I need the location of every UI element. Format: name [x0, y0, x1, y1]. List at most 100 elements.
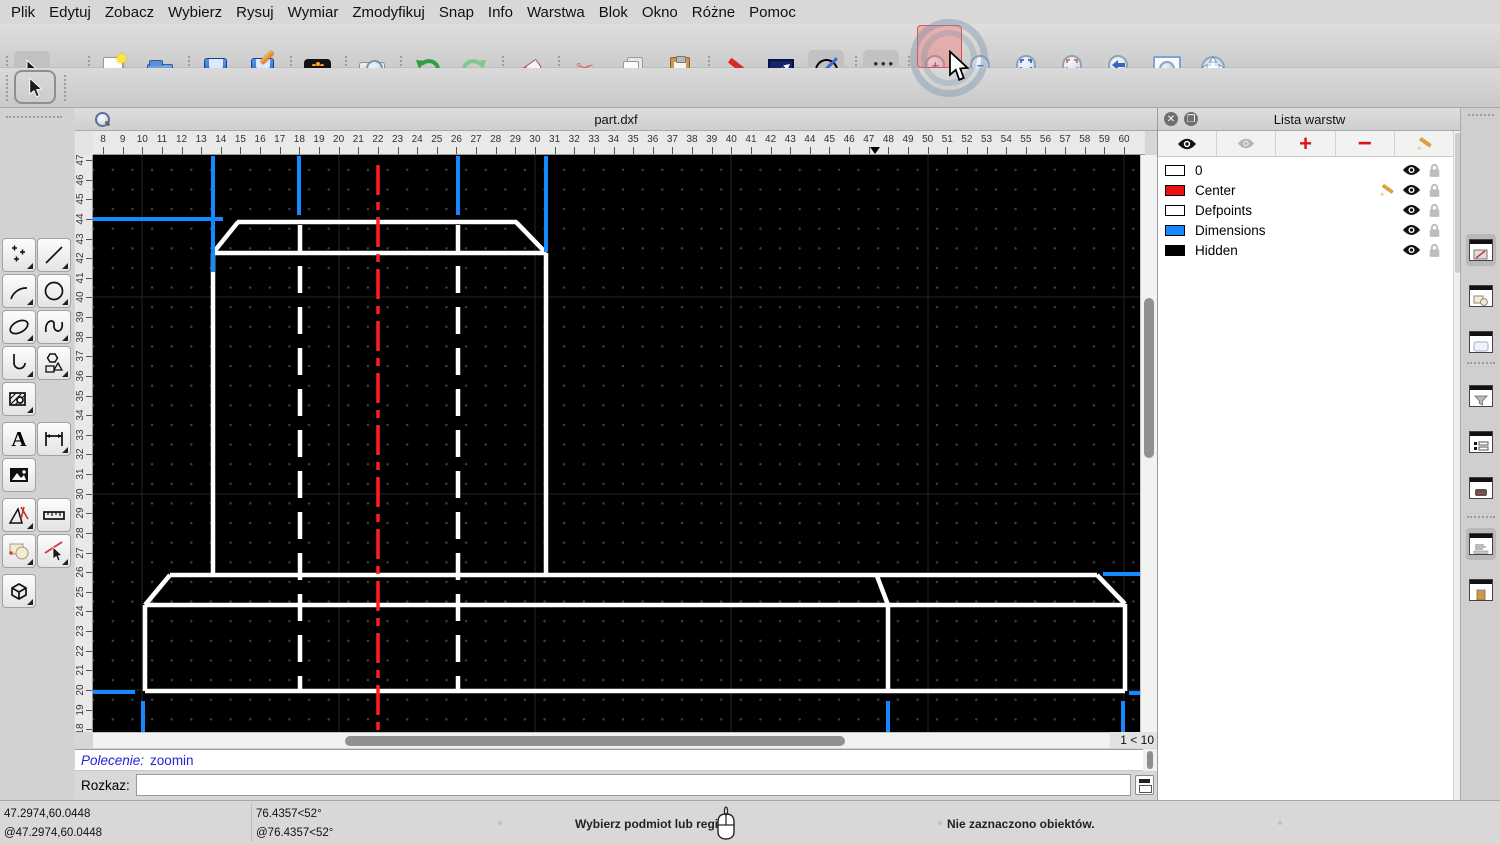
ruler-tick [849, 147, 850, 154]
tool-measure-button[interactable] [37, 498, 71, 532]
lock-icon[interactable] [1428, 163, 1441, 178]
ruler-number: 28 [75, 525, 86, 541]
add-layer-button[interactable]: + [1276, 131, 1335, 156]
drawing-canvas[interactable] [93, 155, 1140, 732]
mouse-cursor-icon [946, 50, 970, 87]
tool-points-button[interactable] [2, 238, 36, 272]
vertical-scrollbar-thumb[interactable] [1144, 298, 1154, 458]
ruler-number: 18 [75, 721, 86, 732]
menu-item-zobacz[interactable]: Zobacz [98, 4, 161, 21]
tool-dimension-button[interactable] [37, 422, 71, 456]
tool-spline-button[interactable] [37, 310, 71, 344]
ruler-tick [594, 147, 595, 154]
menu-item-wymiar[interactable]: Wymiar [281, 4, 346, 21]
menu-item-edytuj[interactable]: Edytuj [42, 4, 98, 21]
ruler-tick [790, 147, 791, 154]
tool-ellipse-button[interactable] [2, 310, 36, 344]
menu-item-snap[interactable]: Snap [432, 4, 481, 21]
dock-pen-palette-button[interactable] [1466, 234, 1496, 266]
dock-library-browser-button[interactable] [1466, 326, 1496, 358]
dock-block-list-button[interactable] [1466, 280, 1496, 312]
tool-arc-button[interactable] [2, 274, 36, 308]
separator-slant-line [877, 576, 888, 605]
tool-hatch-button[interactable] [2, 382, 36, 416]
selection-status: Nie zaznaczono obiektów. [947, 817, 1095, 831]
ruler-tick [1124, 147, 1125, 154]
status-dot [1278, 821, 1282, 825]
ruler-number: 40 [75, 289, 86, 305]
layer-row-center[interactable]: Center [1158, 180, 1453, 200]
ruler-tick [535, 147, 536, 154]
remove-layer-button[interactable]: − [1336, 131, 1395, 156]
ruler-tick [86, 415, 93, 416]
eye-icon[interactable] [1402, 224, 1421, 236]
dock-command-line-button[interactable] [1466, 528, 1496, 560]
horizontal-scrollbar-thumb[interactable] [345, 736, 845, 746]
menu-item-warstwa[interactable]: Warstwa [520, 4, 592, 21]
ruler-number: 44 [75, 211, 86, 227]
command-input[interactable] [136, 774, 1131, 796]
menu-item-rysuj[interactable]: Rysuj [229, 4, 281, 21]
eye-icon[interactable] [1402, 244, 1421, 256]
modify-attributes-icon [42, 539, 66, 563]
show-all-layers-button[interactable] [1158, 131, 1217, 156]
command-scrollbar-thumb[interactable] [1147, 751, 1153, 769]
ruler-number: 42 [75, 250, 86, 266]
tool-modify-attributes-button[interactable] [37, 534, 71, 568]
ruler-tick [378, 147, 379, 154]
layer-row-dimensions[interactable]: Dimensions [1158, 220, 1453, 240]
tool-polygon-button[interactable] [37, 346, 71, 380]
command-history-scrollbar[interactable] [1143, 749, 1157, 771]
absolute-coordinates: 47.2974,60.0448 [4, 808, 90, 820]
hide-all-layers-button[interactable] [1217, 131, 1276, 156]
keyboard-toggle-button[interactable] [1135, 775, 1154, 795]
tool-misc-tools-button[interactable] [2, 498, 36, 532]
ruler-number: 25 [75, 584, 86, 600]
dock-strip-handle [1468, 114, 1494, 117]
ruler-tick [86, 572, 93, 573]
ruler-tick [123, 147, 124, 154]
lock-icon[interactable] [1428, 223, 1441, 238]
document-tab-title[interactable]: part.dxf [75, 112, 1157, 127]
menu-item-blok[interactable]: Blok [592, 4, 635, 21]
canvas-vertical-scrollbar[interactable] [1140, 155, 1157, 732]
ruler-tick [260, 147, 261, 154]
menu-item-zmodyfikuj[interactable]: Zmodyfikuj [345, 4, 432, 21]
dock-selection-filter-button[interactable] [1466, 380, 1496, 412]
tool-modify-button[interactable] [2, 534, 36, 568]
tool-text-button[interactable]: A [2, 422, 36, 456]
dock-strip-separator [1467, 362, 1495, 365]
menu-item-okno[interactable]: Okno [635, 4, 685, 21]
dock-pen-wizard-button[interactable] [1466, 472, 1496, 504]
ruler-tick [829, 147, 830, 154]
layer-row-defpoints[interactable]: Defpoints [1158, 200, 1453, 220]
canvas-horizontal-scrollbar[interactable] [93, 732, 1110, 748]
layer-row-0[interactable]: 0 [1158, 160, 1453, 180]
ruler-number: 37 [75, 348, 86, 364]
tool-3d-box-button[interactable] [2, 574, 36, 608]
selection-pointer-button[interactable] [14, 70, 56, 104]
dock-layer-list-button[interactable] [1466, 426, 1496, 458]
lock-icon[interactable] [1428, 183, 1441, 198]
line-icon [42, 243, 66, 267]
dock-clipboard-button[interactable] [1466, 574, 1496, 606]
menu-item-wybierz[interactable]: Wybierz [161, 4, 229, 21]
menu-item-plik[interactable]: Plik [4, 4, 42, 21]
tool-image-button[interactable] [2, 458, 36, 492]
eye-icon[interactable] [1402, 204, 1421, 216]
eye-icon[interactable] [1402, 184, 1421, 196]
tool-line-button[interactable] [37, 238, 71, 272]
tool-circle-button[interactable] [37, 274, 71, 308]
menu-item-info[interactable]: Info [481, 4, 520, 21]
edit-layer-button[interactable] [1395, 131, 1453, 156]
menu-item-rne[interactable]: Różne [685, 4, 742, 21]
librecad-window: PlikEdytujZobaczWybierzRysujWymiarZmodyf… [0, 0, 1500, 844]
eye-icon[interactable] [1402, 164, 1421, 176]
tool-polyline-button[interactable] [2, 346, 36, 380]
layer-row-hidden[interactable]: Hidden [1158, 240, 1453, 260]
layer-row-icons [1402, 243, 1441, 258]
layer-name: Dimensions [1195, 223, 1402, 238]
lock-icon[interactable] [1428, 203, 1441, 218]
menu-item-pomoc[interactable]: Pomoc [742, 4, 803, 21]
lock-icon[interactable] [1428, 243, 1441, 258]
